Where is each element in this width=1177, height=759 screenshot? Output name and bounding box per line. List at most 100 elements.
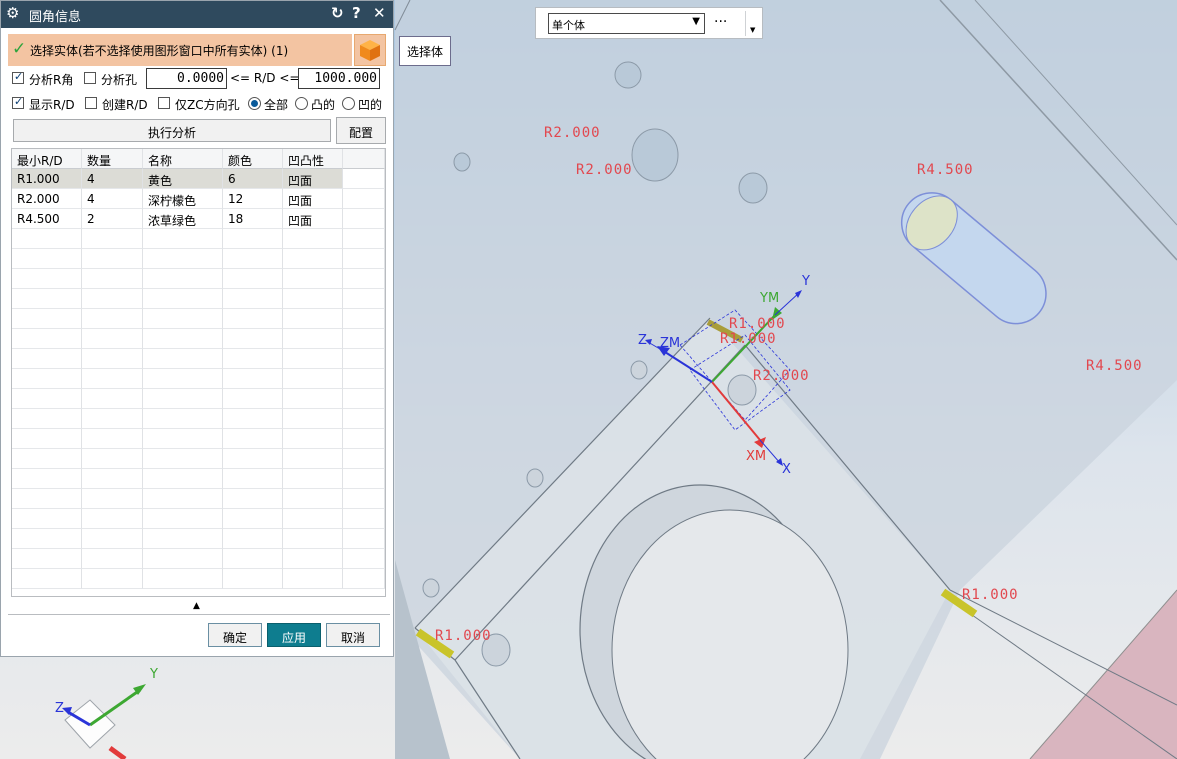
max-rd-input[interactable]: 1000.000: [298, 68, 380, 89]
table-row[interactable]: R1.000 4 黄色 6 凹面: [12, 169, 385, 189]
zc-only-checkbox[interactable]: [158, 97, 170, 109]
dimension-label: R1.000: [720, 331, 777, 347]
radio-concave[interactable]: [342, 97, 355, 110]
table-row[interactable]: [12, 409, 385, 429]
dimension-label: R1.000: [729, 316, 786, 332]
table-cell: 深柠檬色: [143, 189, 223, 209]
table-row[interactable]: [12, 369, 385, 389]
empty-cell: [82, 569, 143, 589]
select-body-row[interactable]: ✓ 选择实体(若不选择使用图形窗口中所有实体) (1): [8, 34, 352, 66]
table-cell: 浓草绿色: [143, 209, 223, 229]
config-button[interactable]: 配置: [336, 117, 386, 144]
table-row[interactable]: [12, 509, 385, 529]
empty-cell: [283, 409, 343, 429]
table-row[interactable]: [12, 569, 385, 589]
empty-cell: [143, 469, 223, 489]
close-icon[interactable]: ✕: [373, 4, 386, 22]
empty-cell: [283, 569, 343, 589]
divider: [8, 614, 390, 615]
empty-cell: [12, 489, 82, 509]
empty-cell: [82, 409, 143, 429]
empty-cell: [343, 489, 385, 509]
analyze-r-checkbox[interactable]: ✓: [12, 70, 24, 84]
empty-cell: [143, 429, 223, 449]
column-header: 颜色: [223, 149, 283, 169]
empty-cell: [12, 229, 82, 249]
table-row[interactable]: [12, 389, 385, 409]
cancel-button[interactable]: 取消: [326, 623, 380, 647]
table-row[interactable]: [12, 449, 385, 469]
reset-icon[interactable]: ↻: [331, 4, 344, 22]
empty-cell: [12, 349, 82, 369]
empty-cell: [283, 389, 343, 409]
chevron-down-icon: ▼: [692, 16, 700, 27]
empty-cell: [12, 469, 82, 489]
ok-button[interactable]: 确定: [208, 623, 262, 647]
table-row[interactable]: [12, 529, 385, 549]
empty-cell: [343, 449, 385, 469]
empty-cell: [283, 329, 343, 349]
empty-cell: [143, 309, 223, 329]
select-body-button[interactable]: [354, 34, 386, 66]
empty-cell: [283, 529, 343, 549]
empty-cell: [343, 169, 385, 189]
min-rd-input[interactable]: 0.0000: [146, 68, 227, 89]
table-cell: 6: [223, 169, 283, 189]
table-row[interactable]: [12, 549, 385, 569]
table-row[interactable]: [12, 289, 385, 309]
table-row[interactable]: [12, 249, 385, 269]
toolbar-dropdown-icon[interactable]: ▼: [750, 26, 755, 34]
help-icon[interactable]: ?: [352, 4, 361, 22]
dialog-title-bar[interactable]: ⚙ 圆角信息 ↻ ? ✕: [1, 1, 393, 28]
empty-cell: [343, 149, 385, 169]
show-rd-checkbox[interactable]: ✓: [12, 95, 24, 109]
empty-cell: [82, 549, 143, 569]
table-row[interactable]: R4.500 2 浓草绿色 18 凹面: [12, 209, 385, 229]
filter-dropdown[interactable]: 单个体 ▼: [548, 13, 705, 34]
radio-concave-label: 凹的: [358, 98, 383, 112]
table-row[interactable]: [12, 469, 385, 489]
empty-cell: [283, 469, 343, 489]
dimension-label: R4.500: [917, 162, 974, 178]
empty-cell: [283, 369, 343, 389]
radio-convex[interactable]: [295, 97, 308, 110]
collapse-icon[interactable]: ▲: [193, 601, 200, 611]
axis-label-y: Y: [802, 274, 810, 289]
empty-cell: [82, 249, 143, 269]
dialog-title: 圆角信息: [29, 10, 82, 25]
table-row[interactable]: [12, 349, 385, 369]
empty-cell: [143, 569, 223, 589]
analyze-hole-checkbox[interactable]: [84, 72, 96, 84]
table-row[interactable]: [12, 489, 385, 509]
empty-cell: [143, 269, 223, 289]
empty-cell: [12, 249, 82, 269]
empty-cell: [12, 289, 82, 309]
empty-cell: [343, 549, 385, 569]
empty-cell: [82, 309, 143, 329]
table-row[interactable]: [12, 329, 385, 349]
empty-cell: [223, 269, 283, 289]
table-cell: 凹面: [283, 169, 343, 189]
select-body-tooltip: 选择体: [399, 36, 451, 66]
table-row[interactable]: [12, 229, 385, 249]
empty-cell: [143, 249, 223, 269]
empty-cell: [343, 249, 385, 269]
table-row[interactable]: R2.000 4 深柠檬色 12 凹面: [12, 189, 385, 209]
apply-button[interactable]: 应用: [267, 623, 321, 647]
empty-cell: [283, 349, 343, 369]
radio-all[interactable]: [248, 97, 261, 110]
empty-cell: [343, 349, 385, 369]
empty-cell: [223, 229, 283, 249]
table-row[interactable]: [12, 269, 385, 289]
empty-cell: [82, 289, 143, 309]
more-options-button[interactable]: ···: [714, 14, 727, 30]
run-analysis-button[interactable]: 执行分析: [13, 119, 331, 142]
empty-cell: [12, 569, 82, 589]
table-row[interactable]: [12, 429, 385, 449]
create-rd-checkbox[interactable]: [85, 97, 97, 109]
empty-cell: [283, 549, 343, 569]
table-row[interactable]: [12, 309, 385, 329]
table-cell: 黄色: [143, 169, 223, 189]
empty-cell: [283, 289, 343, 309]
empty-cell: [343, 209, 385, 229]
